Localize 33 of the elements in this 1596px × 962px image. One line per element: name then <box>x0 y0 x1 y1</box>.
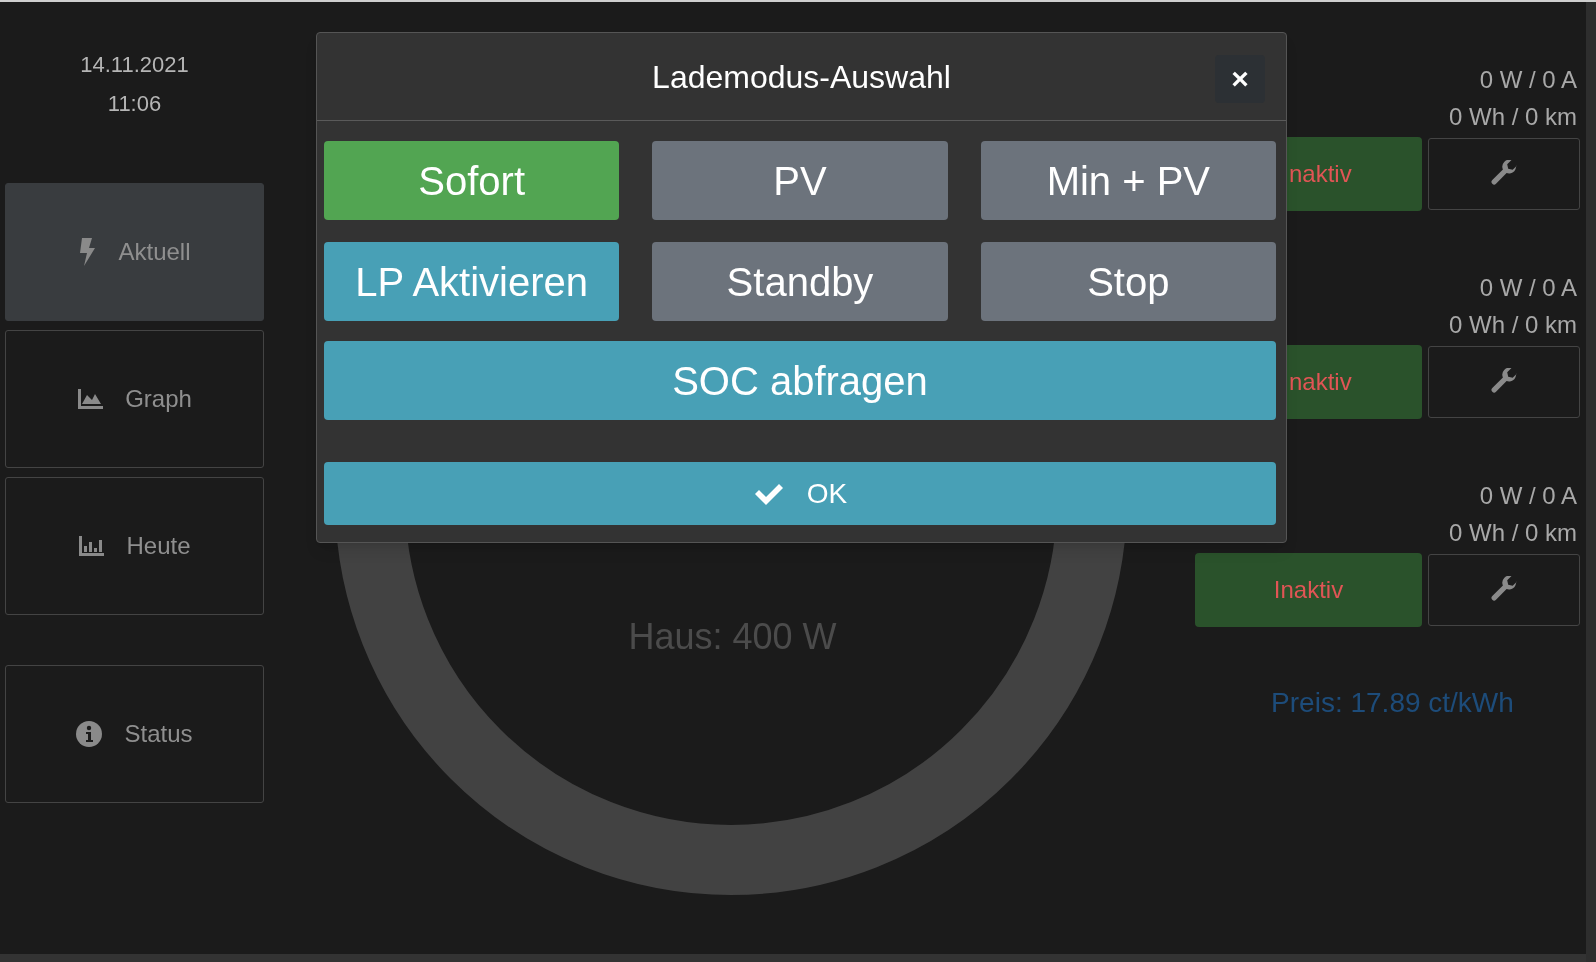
settings-button[interactable] <box>1428 346 1580 418</box>
mode-button[interactable]: Stop <box>980 242 1276 321</box>
close-button[interactable]: × <box>1215 55 1265 103</box>
nav-button[interactable]: Graph <box>5 330 264 468</box>
power-reading: 0 W / 0 A <box>1479 65 1578 95</box>
mode-button[interactable]: Min + PV <box>980 141 1276 220</box>
power-reading: 0 W / 0 A <box>1479 273 1578 303</box>
mode-button[interactable]: Sofort <box>324 141 620 220</box>
nav-button[interactable]: Status <box>5 665 264 803</box>
nav-button[interactable]: Heute <box>5 477 264 615</box>
dialog-title: Lademodus-Auswahl <box>652 57 951 97</box>
date-label: 14.11.2021 <box>80 51 189 79</box>
mode-button[interactable]: Standby <box>652 242 948 321</box>
nav-button[interactable]: Aktuell <box>5 183 264 321</box>
wrench-icon <box>1490 576 1518 604</box>
bar-chart-icon <box>78 535 105 557</box>
soc-button[interactable]: SOC abfragen <box>324 341 1276 420</box>
energy-reading: 0 Wh / 0 km <box>1448 102 1578 132</box>
mode-button[interactable]: PV <box>652 141 948 220</box>
ok-button[interactable]: OK <box>324 462 1276 525</box>
price-label: Preis: 17.89 ct/kWh <box>1271 686 1514 720</box>
wrench-icon <box>1490 160 1518 188</box>
time-label: 11:06 <box>107 90 162 118</box>
settings-button[interactable] <box>1428 554 1580 626</box>
wrench-icon <box>1490 368 1518 396</box>
settings-button[interactable] <box>1428 138 1580 210</box>
bolt-icon <box>78 238 97 266</box>
activate-button[interactable]: LP Aktivieren <box>324 242 620 321</box>
energy-reading: 0 Wh / 0 km <box>1448 518 1578 548</box>
area-chart-icon <box>77 388 104 410</box>
info-icon <box>76 721 103 747</box>
power-reading: 0 W / 0 A <box>1479 481 1578 511</box>
energy-reading: 0 Wh / 0 km <box>1448 310 1578 340</box>
